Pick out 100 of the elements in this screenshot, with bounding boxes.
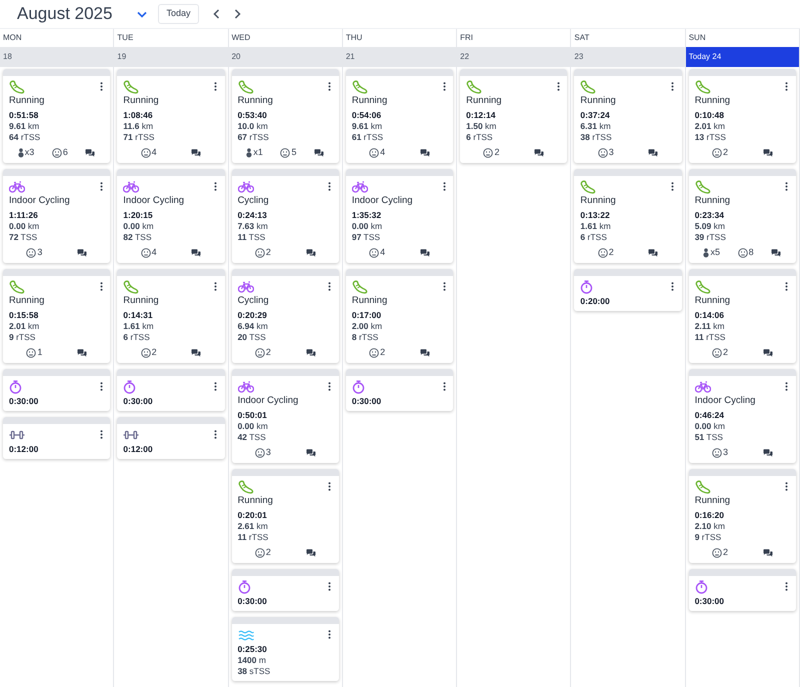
stat-text: 6 rTSS (466, 132, 494, 143)
more-button[interactable] (784, 381, 790, 392)
activity-card[interactable]: 0:30:00 (3, 369, 110, 411)
bicycle-icon (694, 380, 711, 392)
more-button[interactable] (670, 181, 676, 192)
more-button[interactable] (326, 581, 333, 592)
more-button[interactable] (326, 629, 333, 640)
more-button[interactable] (326, 381, 333, 392)
more-button[interactable] (441, 181, 448, 192)
activity-card[interactable]: Indoor Cycling 0:46:24 0.00 km 51 TSS 3 (688, 369, 796, 463)
more-button[interactable] (670, 281, 676, 292)
activity-card[interactable]: 0:30:00 (688, 569, 796, 611)
more-button[interactable] (98, 281, 104, 292)
feel-rating: 3 (266, 446, 271, 460)
activity-title: Cycling (238, 294, 270, 307)
smiley-icon (140, 148, 151, 158)
activity-card[interactable]: Indoor Cycling 1:11:26 0.00 km 72 TSS 3 (3, 169, 110, 263)
more-button[interactable] (98, 429, 104, 440)
stat-text: 8 rTSS (352, 332, 380, 343)
smiley-icon (598, 148, 608, 158)
more-vertical-icon (328, 182, 332, 191)
more-button[interactable] (98, 381, 104, 392)
activity-title: Running (580, 94, 617, 107)
activity-card[interactable]: 0:12:00 (117, 417, 225, 459)
stat-text: 51 TSS (694, 432, 724, 443)
date-header: 19 (114, 47, 228, 67)
activity-card[interactable]: 0:25:30 1400 m 38 sTSS (232, 617, 339, 681)
running-shoe-icon (694, 180, 711, 194)
more-button[interactable] (784, 281, 790, 292)
more-button[interactable] (784, 81, 790, 92)
more-vertical-icon (442, 382, 446, 391)
more-button[interactable] (670, 81, 676, 92)
duration-text: 0:10:48 (694, 110, 726, 121)
more-vertical-icon (328, 630, 332, 639)
feel-rating: 5 (291, 146, 296, 160)
activity-card[interactable]: Cycling 0:24:13 7.63 km 11 TSS 2 (232, 169, 339, 263)
activity-card[interactable]: Running 0:54:06 9.61 km 61 rTSS 4 (346, 69, 454, 163)
activity-card[interactable]: Running 0:16:20 2.10 km 9 rTSS 2 (688, 469, 796, 563)
activity-card[interactable]: Running 0:20:01 2.61 km 11 rTSS 2 (232, 469, 339, 563)
duration-text: 0:37:24 (580, 110, 611, 121)
activity-card[interactable]: Cycling 0:20:29 6.94 km 20 TSS 2 (232, 269, 339, 363)
activity-card[interactable]: Running 0:14:06 2.11 km 11 rTSS 2 (688, 269, 796, 363)
more-vertical-icon (214, 382, 218, 391)
more-button[interactable] (441, 281, 448, 292)
today-button[interactable]: Today (158, 4, 198, 24)
activity-title: Running (352, 94, 388, 107)
more-button[interactable] (784, 581, 790, 592)
more-button[interactable] (326, 481, 333, 492)
more-button[interactable] (98, 81, 104, 92)
more-vertical-icon (785, 82, 788, 91)
activity-card[interactable]: 0:12:00 (3, 417, 110, 459)
activity-card[interactable]: Running 0:17:00 2.00 km 8 rTSS 2 (346, 269, 454, 363)
dumbbell-icon (9, 428, 25, 440)
more-button[interactable] (212, 81, 219, 92)
more-button[interactable] (212, 429, 219, 440)
more-button[interactable] (784, 181, 790, 192)
activity-title: Running (9, 294, 46, 307)
activity-card[interactable]: 0:30:00 (117, 369, 225, 411)
more-vertical-icon (214, 182, 218, 191)
more-button[interactable] (212, 181, 219, 192)
smiley-icon (598, 248, 608, 258)
more-vertical-icon (785, 182, 788, 191)
medal-icon (703, 248, 710, 258)
activity-card[interactable]: Running 1:08:46 11.6 km 71 rTSS 4 (117, 69, 225, 163)
more-button[interactable] (326, 181, 333, 192)
stat-text: 5.09 km (694, 221, 726, 232)
feel-rating: 2 (152, 346, 157, 360)
smiley-icon (483, 148, 494, 158)
activity-card[interactable]: Running 0:13:22 1.61 km 6 rTSS 2 (574, 169, 682, 263)
activity-card[interactable]: Running 0:15:58 2.01 km 9 rTSS 1 (3, 269, 110, 363)
activity-card[interactable]: Running 0:10:48 2.01 km 13 rTSS 2 (688, 69, 796, 163)
activity-card[interactable]: Running 0:14:31 1.61 km 6 rTSS 2 (117, 269, 225, 363)
activity-card[interactable]: 0:30:00 (346, 369, 454, 411)
activity-card[interactable]: Running 0:37:24 6.31 km 38 rTSS 3 (574, 69, 682, 163)
duration-text: 0:30:00 (694, 596, 726, 607)
more-button[interactable] (441, 81, 448, 92)
more-button[interactable] (555, 81, 562, 92)
activity-card[interactable]: Running 0:51:58 9.61 km 64 rTSS x3 6 (3, 69, 110, 163)
feel-rating: 2 (380, 346, 386, 360)
feel-rating: 8 (748, 246, 754, 260)
more-vertical-icon (785, 282, 788, 291)
activity-card[interactable]: Running 0:12:14 1.50 km 6 rTSS 2 (460, 69, 568, 163)
more-button[interactable] (98, 181, 104, 192)
more-button[interactable] (212, 281, 219, 292)
more-button[interactable] (784, 481, 790, 492)
duration-text: 0:16:20 (694, 510, 726, 521)
more-button[interactable] (326, 281, 333, 292)
activity-title: Running (694, 494, 732, 507)
more-button[interactable] (326, 81, 333, 92)
activity-card[interactable]: Indoor Cycling 1:35:32 0.00 km 97 TSS 4 (346, 169, 454, 263)
activity-card[interactable]: 0:30:00 (232, 569, 339, 611)
activity-card[interactable]: Running 0:23:34 5.09 km 39 rTSS x5 8 (688, 169, 796, 263)
stat-text: 97 TSS (352, 232, 382, 243)
more-button[interactable] (441, 381, 448, 392)
activity-card[interactable]: Running 0:53:40 10.0 km 67 rTSS x1 5 (232, 69, 339, 163)
stat-text: 0.00 km (694, 421, 726, 432)
activity-card[interactable]: Indoor Cycling 0:50:01 0.00 km 42 TSS 3 (232, 369, 339, 463)
activity-card[interactable]: Indoor Cycling 1:20:15 0.00 km 82 TSS 4 (117, 169, 225, 263)
more-button[interactable] (212, 381, 219, 392)
activity-card[interactable]: 0:20:00 (574, 269, 682, 311)
